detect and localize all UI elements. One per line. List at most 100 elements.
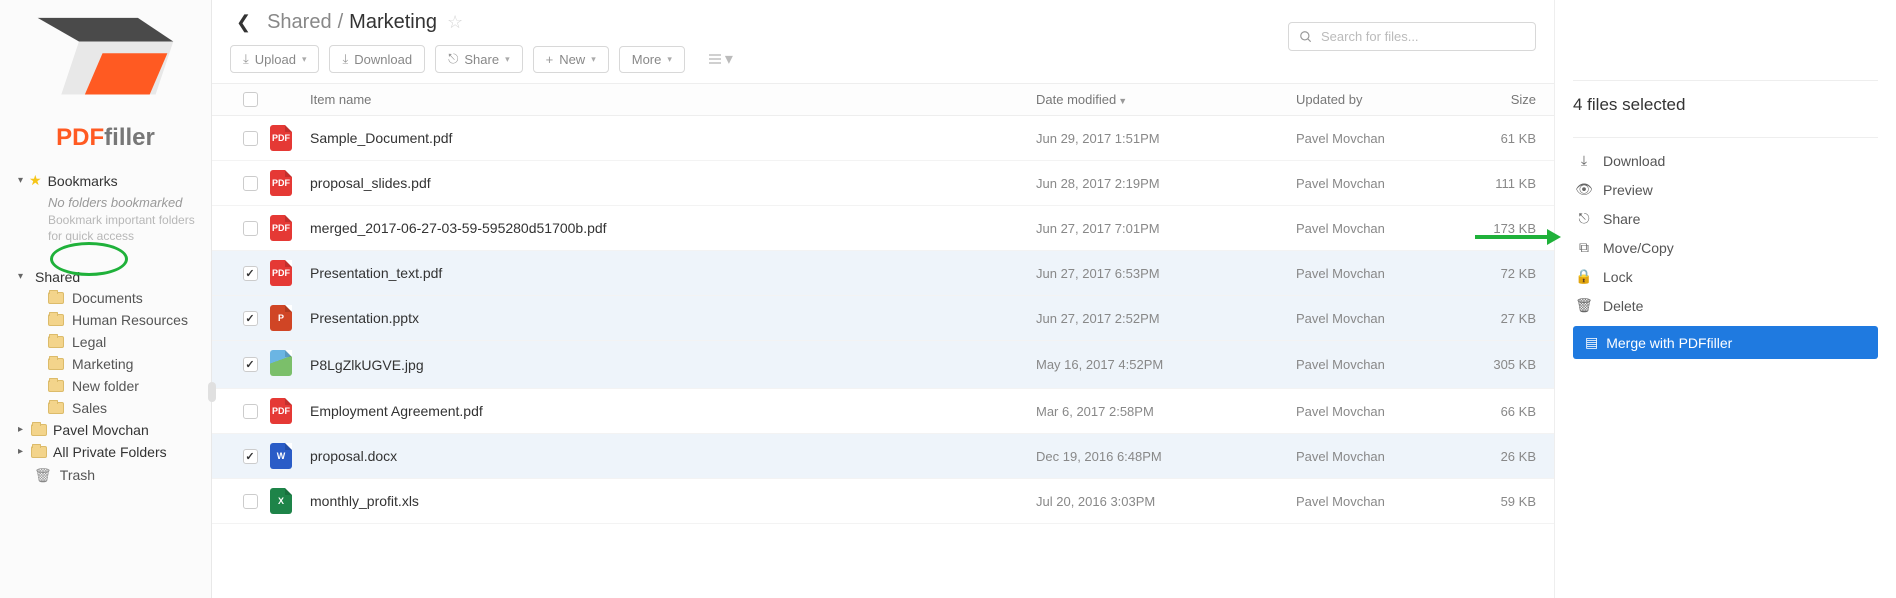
row-checkbox[interactable] [243, 266, 258, 281]
bookmarks-hint: Bookmark important folders for quick acc… [0, 212, 211, 252]
action-delete[interactable]: 🗑Delete [1573, 291, 1878, 320]
logo-text-left: PDF [56, 124, 104, 151]
file-size: 111 KB [1466, 176, 1536, 191]
table-row[interactable]: PPresentation.pptxJun 27, 2017 2:52PMPav… [212, 296, 1554, 341]
action-download[interactable]: ⤓Download [1573, 146, 1878, 175]
search-wrap [1288, 22, 1536, 51]
col-header-size[interactable]: Size [1466, 92, 1536, 107]
download-icon: ⤓ [342, 51, 348, 67]
sidebar-item-all-private[interactable]: All Private Folders [0, 441, 211, 463]
share-button[interactable]: ⎋ Share ▾ [435, 45, 523, 73]
pdf-file-icon: PDF [270, 125, 292, 151]
file-table: Item name Date modified▼ Updated by Size… [212, 83, 1554, 524]
pdf-file-icon: PDF [270, 215, 292, 241]
file-user: Pavel Movchan [1296, 131, 1466, 146]
row-checkbox[interactable] [243, 449, 258, 464]
sidebar-item-legal[interactable]: Legal [0, 331, 211, 353]
shared-heading[interactable]: ▾ Shared [0, 265, 211, 287]
view-mode-button[interactable]: ▾ [701, 45, 741, 73]
action-lock[interactable]: 🔒Lock [1573, 262, 1878, 291]
row-checkbox[interactable] [243, 357, 258, 372]
download-button[interactable]: ⤓ Download [329, 45, 425, 73]
file-size: 59 KB [1466, 494, 1536, 509]
bookmarks-heading[interactable]: ▾ ★ Bookmarks [0, 168, 211, 191]
folder-icon [48, 380, 64, 392]
sidebar-item-documents[interactable]: Documents [0, 287, 211, 309]
folder-icon [48, 314, 64, 326]
folder-icon [31, 424, 47, 436]
table-row[interactable]: Xmonthly_profit.xlsJul 20, 2016 3:03PMPa… [212, 479, 1554, 524]
new-button[interactable]: + New ▾ [533, 46, 609, 73]
row-checkbox[interactable] [243, 221, 258, 236]
caret-down-icon: ▾ [505, 54, 510, 65]
sidebar-resize-handle[interactable] [208, 382, 216, 402]
sidebar-item-label: Marketing [72, 356, 133, 372]
new-label: New [559, 52, 585, 67]
caret-down-icon: ▾ [18, 175, 23, 186]
upload-icon: ⤓ [243, 51, 249, 67]
sidebar-item-trash[interactable]: 🗑 Trash [0, 463, 211, 487]
details-panel: 4 files selected ⤓Download 👁Preview ⎋Sha… [1554, 0, 1896, 598]
table-row[interactable]: P8LgZlkUGVE.jpgMay 16, 2017 4:52PMPavel … [212, 341, 1554, 389]
sidebar-item-label: Sales [72, 400, 107, 416]
file-date: Jul 20, 2016 3:03PM [1036, 494, 1296, 509]
more-label: More [632, 52, 662, 67]
table-row[interactable]: PDFmerged_2017-06-27-03-59-595280d51700b… [212, 206, 1554, 251]
trash-label: Trash [60, 467, 95, 483]
file-date: Jun 29, 2017 1:51PM [1036, 131, 1296, 146]
file-size: 173 KB [1466, 221, 1536, 236]
col-header-date[interactable]: Date modified▼ [1036, 92, 1296, 107]
sidebar-item-marketing[interactable]: Marketing [0, 353, 211, 375]
list-view-icon [709, 54, 721, 64]
all-private-label: All Private Folders [53, 444, 167, 460]
merge-icon: ▤ [1585, 334, 1598, 351]
table-row[interactable]: PDFproposal_slides.pdfJun 28, 2017 2:19P… [212, 161, 1554, 206]
pdf-file-icon: PDF [270, 170, 292, 196]
sidebar-item-human-resources[interactable]: Human Resources [0, 309, 211, 331]
table-row[interactable]: PDFSample_Document.pdfJun 29, 2017 1:51P… [212, 116, 1554, 161]
sidebar: PDFfiller ▾ ★ Bookmarks No folders bookm… [0, 0, 212, 598]
back-button[interactable]: ❮ [230, 10, 257, 35]
table-row[interactable]: PDFEmployment Agreement.pdfMar 6, 2017 2… [212, 389, 1554, 434]
file-size: 61 KB [1466, 131, 1536, 146]
sidebar-item-pavel[interactable]: Pavel Movchan [0, 419, 211, 441]
row-checkbox[interactable] [243, 404, 258, 419]
file-name: P8LgZlkUGVE.jpg [310, 357, 1036, 373]
action-preview[interactable]: 👁Preview [1573, 175, 1878, 204]
file-name: Presentation_text.pdf [310, 265, 1036, 281]
caret-right-icon [18, 424, 25, 435]
row-checkbox[interactable] [243, 176, 258, 191]
table-row[interactable]: Wproposal.docxDec 19, 2016 6:48PMPavel M… [212, 434, 1554, 479]
breadcrumb-parent[interactable]: Shared [267, 11, 332, 34]
logo: PDFfiller [0, 6, 211, 162]
file-user: Pavel Movchan [1296, 176, 1466, 191]
table-row[interactable]: PDFPresentation_text.pdfJun 27, 2017 6:5… [212, 251, 1554, 296]
action-merge[interactable]: ▤Merge with PDFfiller [1573, 326, 1878, 359]
caret-down-icon: ▾ [18, 271, 23, 282]
folder-icon [48, 358, 64, 370]
select-all-checkbox[interactable] [243, 92, 258, 107]
sidebar-item-sales[interactable]: Sales [0, 397, 211, 419]
col-header-user[interactable]: Updated by [1296, 92, 1466, 107]
file-name: monthly_profit.xls [310, 493, 1036, 509]
search-box[interactable] [1288, 22, 1536, 51]
shared-label: Shared [35, 269, 80, 285]
logo-mark: PDFfiller [20, 12, 191, 152]
row-checkbox[interactable] [243, 494, 258, 509]
pdf-file-icon: PDF [270, 398, 292, 424]
file-size: 72 KB [1466, 266, 1536, 281]
action-share[interactable]: ⎋Share [1573, 204, 1878, 233]
star-icon: ★ [29, 172, 42, 189]
row-checkbox[interactable] [243, 311, 258, 326]
row-checkbox[interactable] [243, 131, 258, 146]
more-button[interactable]: More ▾ [619, 46, 685, 73]
favorite-toggle[interactable]: ☆ [447, 12, 463, 33]
file-name: proposal_slides.pdf [310, 175, 1036, 191]
folder-icon [48, 336, 64, 348]
action-movecopy[interactable]: ⧉Move/Copy [1573, 233, 1878, 262]
col-header-name[interactable]: Item name [310, 92, 1036, 107]
search-input[interactable] [1321, 29, 1525, 44]
ppt-file-icon: P [270, 305, 292, 331]
upload-button[interactable]: ⤓ Upload ▾ [230, 45, 319, 73]
sidebar-item-new-folder[interactable]: New folder [0, 375, 211, 397]
